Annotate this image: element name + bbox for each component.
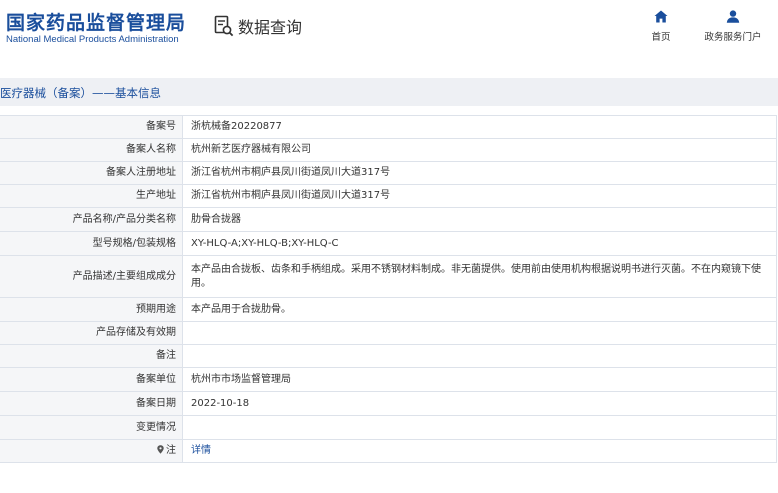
row-label: 备案人名称 (0, 138, 183, 162)
table-row: 备案单位 杭州市市场监督管理局 (0, 367, 777, 392)
row-label-note: 注 (0, 439, 183, 463)
table-row: 变更情况 (0, 415, 777, 440)
row-label: 型号规格/包装规格 (0, 231, 183, 256)
logo-title-en: National Medical Products Administration (6, 34, 179, 45)
table-row: 注 详情 (0, 439, 777, 463)
user-icon (726, 10, 740, 23)
record-info-table: 备案号 浙杭械备20220877 备案人名称 杭州新艺医疗器械有限公司 备案人注… (0, 115, 777, 463)
nav-portal-label: 政务服务门户 (704, 32, 762, 43)
logo-title-cn[interactable]: 国家药品监督管理局 (6, 8, 186, 35)
row-label: 备注 (0, 344, 183, 368)
row-value: 本产品用于合拢肋骨。 (182, 297, 777, 322)
row-label: 产品名称/产品分类名称 (0, 207, 183, 232)
row-value: 杭州新艺医疗器械有限公司 (182, 138, 777, 162)
nav-home-label: 首页 (651, 32, 671, 43)
row-value: 2022-10-18 (182, 391, 777, 416)
row-value: 杭州市市场监督管理局 (182, 367, 777, 392)
data-query-link[interactable]: 数据查询 (214, 14, 302, 38)
row-value: 浙杭械备20220877 (182, 115, 777, 139)
nav-gov-service-portal[interactable]: 政务服务门户 (700, 10, 766, 45)
row-value (182, 415, 777, 440)
table-row: 预期用途 本产品用于合拢肋骨。 (0, 297, 777, 322)
table-row: 生产地址 浙江省杭州市桐庐县凤川街道凤川大道317号 (0, 184, 777, 208)
row-label: 预期用途 (0, 297, 183, 322)
section-title: 医疗器械（备案）——基本信息 (0, 86, 161, 100)
section-bar: 医疗器械（备案）——基本信息 (0, 78, 778, 106)
document-search-icon (214, 15, 234, 37)
row-value: 详情 (182, 439, 777, 463)
data-query-label: 数据查询 (238, 18, 303, 37)
row-label: 变更情况 (0, 415, 183, 440)
row-label: 产品存储及有效期 (0, 321, 183, 345)
row-label-text: 注 (166, 445, 176, 456)
row-value: 浙江省杭州市桐庐县凤川街道凤川大道317号 (182, 161, 777, 185)
nav-home[interactable]: 首页 (631, 10, 691, 45)
row-value (182, 344, 777, 368)
detail-link[interactable]: 详情 (191, 445, 211, 456)
row-label: 备案号 (0, 115, 183, 139)
table-row: 备注 (0, 344, 777, 368)
table-row: 型号规格/包装规格 XY-HLQ-A;XY-HLQ-B;XY-HLQ-C (0, 231, 777, 256)
table-row: 备案人注册地址 浙江省杭州市桐庐县凤川街道凤川大道317号 (0, 161, 777, 185)
row-label: 生产地址 (0, 184, 183, 208)
row-label: 备案单位 (0, 367, 183, 392)
row-label: 备案人注册地址 (0, 161, 183, 185)
row-label: 备案日期 (0, 391, 183, 416)
location-pin-icon (157, 445, 164, 454)
table-row: 备案人名称 杭州新艺医疗器械有限公司 (0, 138, 777, 162)
row-value: 浙江省杭州市桐庐县凤川街道凤川大道317号 (182, 184, 777, 208)
table-row: 产品描述/主要组成成分 本产品由合拢板、齿条和手柄组成。采用不锈钢材料制成。非无… (0, 255, 777, 298)
row-value: 本产品由合拢板、齿条和手柄组成。采用不锈钢材料制成。非无菌提供。使用前由使用机构… (182, 255, 777, 298)
row-value (182, 321, 777, 345)
row-value: XY-HLQ-A;XY-HLQ-B;XY-HLQ-C (182, 231, 777, 256)
site-header: 国家药品监督管理局 National Medical Products Admi… (0, 0, 778, 62)
row-value: 肋骨合拢器 (182, 207, 777, 232)
table-row: 产品存储及有效期 (0, 321, 777, 345)
table-row: 产品名称/产品分类名称 肋骨合拢器 (0, 207, 777, 232)
home-icon (654, 10, 668, 23)
table-row: 备案号 浙杭械备20220877 (0, 115, 777, 139)
table-row: 备案日期 2022-10-18 (0, 391, 777, 416)
row-label: 产品描述/主要组成成分 (0, 255, 183, 298)
